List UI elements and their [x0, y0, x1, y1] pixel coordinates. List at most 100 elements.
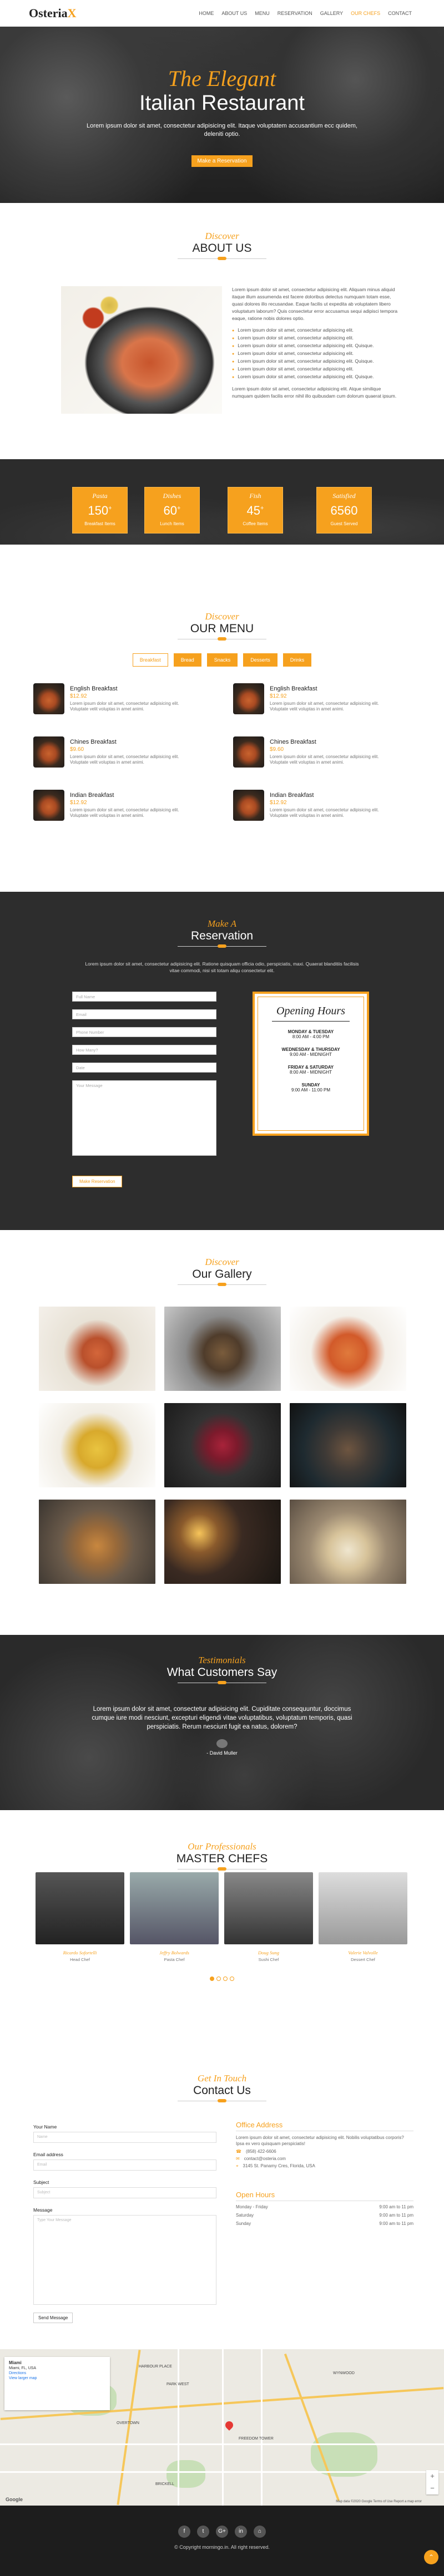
message-field[interactable]: Your Message [72, 1080, 216, 1156]
nav-menu[interactable]: MENU [255, 11, 270, 16]
hours-day: FRIDAY & SATURDAY [287, 1065, 334, 1070]
carousel-dot[interactable] [230, 1977, 234, 1981]
stat-card: Satisfied 6560 Guest Served [316, 487, 372, 534]
list-item: Lorem ipsum dolor sit amet, consectetur … [232, 350, 398, 358]
stat-label: Guest Served [330, 521, 358, 526]
office-text: Lorem ipsum dolor sit amet, consectetur … [236, 2135, 404, 2146]
gallery-image[interactable] [164, 1500, 281, 1584]
phone-icon: ☎ [236, 2149, 241, 2154]
menu-item-image [33, 790, 64, 821]
gallery-image[interactable] [39, 1403, 155, 1487]
carousel-dot[interactable] [223, 1977, 228, 1981]
hero-subtitle: The Elegant [168, 66, 276, 91]
list-item: Lorem ipsum dolor sit amet, consectetur … [232, 365, 398, 373]
phone-field[interactable]: Phone Number [72, 1027, 216, 1037]
location-icon: ⌖ [236, 2163, 239, 2168]
nav-reservation[interactable]: RESERVATION [278, 11, 312, 16]
about-paragraph-2: Lorem ipsum dolor sit amet, consectetur … [232, 386, 397, 399]
reservation-title: Reservation [190, 929, 254, 942]
office-title: Office Address [236, 2121, 413, 2131]
carousel-dot[interactable] [216, 1977, 221, 1981]
view-larger-map-link[interactable]: View larger map [9, 2376, 37, 2380]
directions-link[interactable]: Directions [9, 2371, 26, 2375]
gallery-image[interactable] [290, 1403, 406, 1487]
chef-card: Valerie Valvolle Dessert Chef [319, 1872, 407, 1965]
full-name-field[interactable]: Full Name [72, 992, 216, 1002]
hours-time: 9:00 AM - 11:00 PM [291, 1088, 331, 1093]
gallery-image[interactable] [164, 1307, 281, 1391]
gallery-image[interactable] [39, 1500, 155, 1584]
tab-breakfast[interactable]: Breakfast [132, 653, 168, 667]
testimonial-author: - David Muller [206, 1750, 238, 1756]
menu-item: Indian Breakfast $12.92 Lorem ipsum dolo… [33, 790, 200, 823]
nav-chefs[interactable]: OUR CHEFS [351, 11, 380, 16]
menu-item-image [233, 736, 264, 768]
subject-input[interactable]: Subject [33, 2187, 216, 2198]
chef-photo [36, 1872, 124, 1944]
nav-gallery[interactable]: GALLERY [320, 11, 343, 16]
map-zoom-control[interactable]: + − [426, 2470, 438, 2494]
map-label: OVERTOWN [117, 2421, 139, 2425]
chef-name: Jeffry Bolwards [159, 1950, 189, 1955]
opening-hours-title: Opening Hours [276, 1005, 345, 1017]
gallery-image[interactable] [290, 1500, 406, 1584]
carousel-dot[interactable] [210, 1977, 214, 1981]
zoom-out-icon[interactable]: − [426, 2482, 438, 2494]
name-input[interactable]: Name [33, 2132, 216, 2143]
gallery-pre-title: Discover [205, 1257, 239, 1267]
chef-photo [130, 1872, 219, 1944]
about-section: Discover ABOUT US Lorem ipsum dolor sit … [0, 203, 444, 459]
logo[interactable]: OsteriaX [29, 6, 77, 21]
stat-card: Fish 45+ Coffee Items [228, 487, 283, 534]
scroll-top-button[interactable]: ⌃ [424, 2550, 438, 2564]
menu-item-name: Indian Breakfast [70, 792, 114, 799]
map[interactable]: OVERTOWN PARK WEST HARBOUR PLACE FREEDOM… [0, 2349, 444, 2506]
hours-day: WEDNESDAY & THURSDAY [281, 1047, 340, 1052]
zoom-in-icon[interactable]: + [426, 2470, 438, 2482]
facebook-icon[interactable]: f [178, 2526, 190, 2538]
stat-label: Coffee Items [243, 521, 268, 526]
subject-label: Subject [33, 2179, 49, 2185]
list-item: Lorem ipsum dolor sit amet, consectetur … [232, 373, 398, 381]
tab-bread[interactable]: Bread [173, 653, 201, 667]
linkedin-icon[interactable]: in [235, 2526, 247, 2538]
chef-photo [224, 1872, 313, 1944]
list-item: Lorem ipsum dolor sit amet, consectetur … [232, 334, 398, 342]
address-row: ⌖ 3145 St. Panamy Cres, Florida, USA [236, 2163, 413, 2169]
google-plus-icon[interactable]: G+ [216, 2526, 228, 2538]
reservation-button[interactable]: Make a Reservation [191, 155, 253, 167]
email-text[interactable]: contact@osteria.com [244, 2156, 286, 2161]
chef-role: Dessert Chef [351, 1957, 375, 1962]
tab-drinks[interactable]: Drinks [282, 653, 312, 667]
email-input[interactable]: Email [33, 2160, 216, 2171]
message-input[interactable]: Type Your Message [33, 2215, 216, 2305]
map-label: PARK WEST [167, 2382, 189, 2386]
email-field[interactable]: Email [72, 1009, 216, 1019]
open-hours: Open Hours Monday - Friday 9:00 am to 11 … [236, 2191, 413, 2226]
map-terms[interactable]: Map data ©2020 Google Terms of Use Repor… [336, 2500, 422, 2503]
gallery-image[interactable] [39, 1307, 155, 1391]
menu-item-description: Lorem ipsum dolor sit amet, consectetur … [270, 754, 379, 765]
map-pin-icon[interactable] [224, 2420, 235, 2431]
tab-desserts[interactable]: Desserts [243, 653, 278, 667]
send-message-button[interactable]: Send Message [33, 2313, 73, 2323]
copyright: © Copyright morningo.in. All right reser… [174, 2544, 270, 2550]
tab-snacks[interactable]: Snacks [206, 653, 238, 667]
stat-card: Dishes 60+ Lunch Items [144, 487, 200, 534]
gallery-image[interactable] [290, 1307, 406, 1391]
gallery-image[interactable] [164, 1403, 281, 1487]
nav-contact[interactable]: CONTACT [388, 11, 412, 16]
chef-name: Ricardo Sofortelli [63, 1950, 97, 1955]
make-reservation-button[interactable]: Make Reservation [72, 1176, 123, 1187]
nav-home[interactable]: HOME [199, 11, 214, 16]
message-label: Message [33, 2207, 53, 2213]
about-text: Lorem ipsum dolor sit amet, consectetur … [232, 286, 398, 400]
nav-about[interactable]: ABOUT US [221, 11, 247, 16]
instagram-icon[interactable]: ⌂ [254, 2526, 266, 2538]
menu-item-name: English Breakfast [70, 685, 118, 692]
contact-pre-title: Get In Touch [197, 2073, 247, 2084]
date-field[interactable]: Date [72, 1063, 216, 1073]
menu-item-name: Chines Breakfast [70, 739, 117, 745]
guests-field[interactable]: How Many? [72, 1045, 216, 1055]
twitter-icon[interactable]: t [197, 2526, 209, 2538]
